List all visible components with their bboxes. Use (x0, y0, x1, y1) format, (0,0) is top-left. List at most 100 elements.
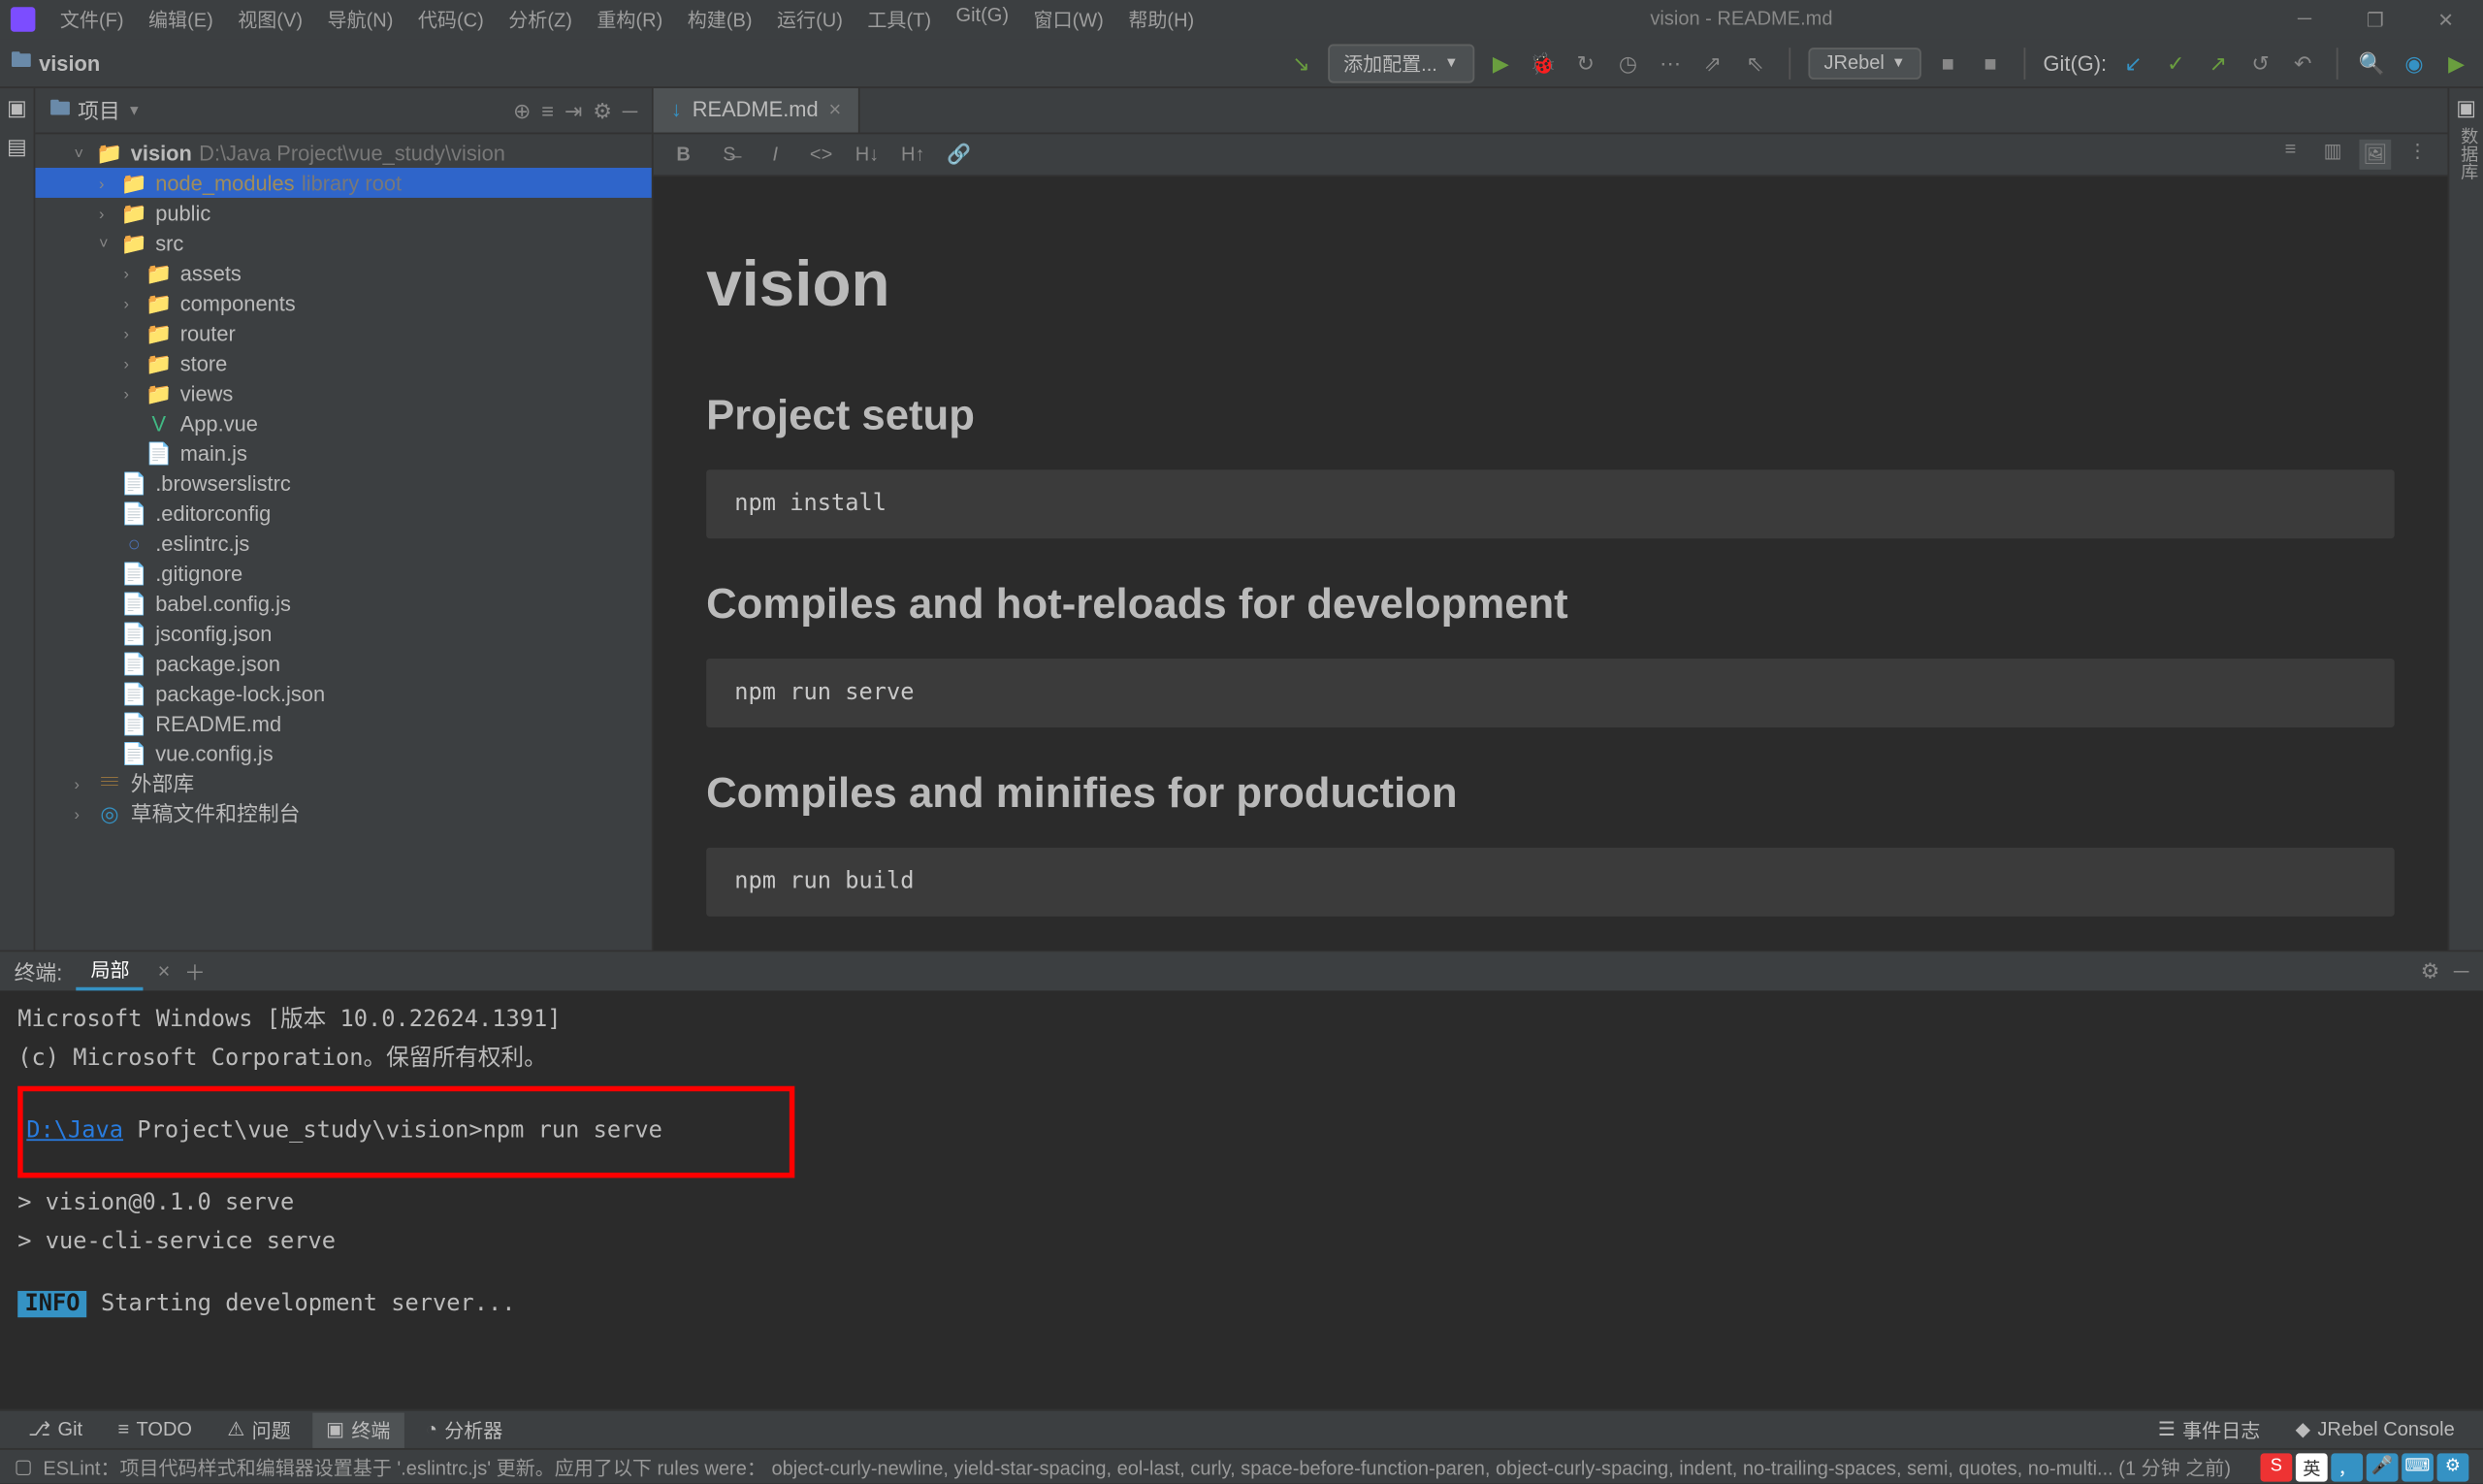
tree-row[interactable]: 📄babel.config.js (35, 588, 651, 618)
run-config-selector[interactable]: 添加配置...▼ (1328, 44, 1474, 82)
profile-icon[interactable]: ◷ (1612, 47, 1644, 79)
plugin-icon[interactable]: ▶ (2440, 47, 2472, 79)
tree-row[interactable]: 📄.editorconfig (35, 498, 651, 528)
link-icon[interactable]: 🔗 (943, 143, 975, 166)
jrebel-selector[interactable]: JRebel▼ (1808, 47, 1921, 79)
menu-run[interactable]: 运行(U) (766, 2, 854, 37)
split-mode-icon[interactable]: ▥ (2317, 140, 2349, 170)
close-button[interactable]: ✕ (2419, 8, 2472, 31)
tree-row[interactable]: 📄package.json (35, 648, 651, 678)
git-history-icon[interactable]: ↺ (2244, 47, 2276, 79)
tree-row[interactable]: ○.eslintrc.js (35, 528, 651, 558)
menu-build[interactable]: 构建(B) (677, 2, 763, 37)
notifications-icon[interactable]: ▣ (2456, 95, 2476, 119)
tree-row[interactable]: 📄jsconfig.json (35, 618, 651, 648)
tree-row[interactable]: 📄.gitignore (35, 558, 651, 588)
structure-tool-icon[interactable]: ▤ (7, 134, 27, 158)
tree-arrow-icon[interactable]: › (123, 384, 145, 402)
terminal-tab-close-icon[interactable]: × (158, 959, 171, 984)
tree-row[interactable]: ›📁assets (35, 258, 651, 288)
git-rollback-icon[interactable]: ↶ (2287, 47, 2319, 79)
git-tool-button[interactable]: ⎇ Git (15, 1414, 97, 1444)
menu-file[interactable]: 文件(F) (49, 2, 134, 37)
tree-arrow-icon[interactable]: ˅ (74, 144, 95, 161)
strike-icon[interactable]: S̶ (714, 144, 746, 165)
stop2-icon[interactable]: ■ (1975, 47, 2007, 79)
editor-mode-icon[interactable]: 🖼 (2359, 140, 2391, 170)
menu-edit[interactable]: 编辑(E) (138, 2, 224, 37)
terminal-path-link[interactable]: D:\Java (26, 1118, 123, 1145)
git-push-icon[interactable]: ↗ (2202, 47, 2234, 79)
tree-arrow-icon[interactable]: › (99, 174, 120, 191)
run-icon[interactable]: ▶ (1485, 47, 1517, 79)
tree-row[interactable]: ›📁public (35, 198, 651, 228)
build-hammer-icon[interactable]: ↘ (1285, 47, 1317, 79)
tree-arrow-icon[interactable]: › (123, 264, 145, 281)
tree-row[interactable]: ›𝄘外部库 (35, 768, 651, 798)
collapse-all-icon[interactable]: ⇥ (564, 98, 582, 122)
tree-row[interactable]: ˅📁visionD:\Java Project\vue_study\vision (35, 138, 651, 168)
hide-icon[interactable]: ─ (623, 98, 638, 122)
database-tool-label[interactable]: 数据库 (2453, 120, 2479, 187)
tree-row[interactable]: 📄main.js (35, 438, 651, 468)
git-update-icon[interactable]: ↙ (2117, 47, 2149, 79)
menu-tools[interactable]: 工具(T) (856, 2, 941, 37)
tree-row[interactable]: VApp.vue (35, 408, 651, 438)
tree-arrow-icon[interactable]: › (123, 294, 145, 311)
maximize-button[interactable]: ❐ (2349, 8, 2402, 31)
tree-arrow-icon[interactable]: ˅ (99, 234, 120, 251)
menu-view[interactable]: 视图(V) (227, 2, 313, 37)
menu-refactor[interactable]: 重构(R) (586, 2, 673, 37)
tree-row[interactable]: 📄vue.config.js (35, 738, 651, 768)
coverage-icon[interactable]: ↻ (1569, 47, 1601, 79)
editor-tab-readme[interactable]: ↓ README.md × (654, 88, 861, 133)
tree-row[interactable]: 📄README.md (35, 708, 651, 738)
add-terminal-icon[interactable]: ＋ (184, 956, 206, 986)
problems-tool-button[interactable]: ⚠ 问题 (213, 1412, 305, 1447)
tree-arrow-icon[interactable]: › (123, 354, 145, 371)
events-tool-button[interactable]: ☰ 事件日志 (2144, 1412, 2274, 1447)
terminal-tab-local[interactable]: 局部 (77, 952, 144, 990)
tree-arrow-icon[interactable]: › (123, 324, 145, 341)
menu-window[interactable]: 窗口(W) (1023, 2, 1114, 37)
tree-row[interactable]: ›📁node_moduleslibrary root (35, 168, 651, 198)
editor-content[interactable]: vision Project setup npm install Compile… (654, 177, 2448, 950)
select-opened-icon[interactable]: ⊕ (513, 98, 531, 122)
menu-code[interactable]: 代码(C) (407, 2, 495, 37)
menu-git[interactable]: Git(G) (946, 2, 1019, 37)
breadcrumb[interactable]: 🖿 vision (11, 45, 100, 81)
tree-row[interactable]: 📄.browserslistrc (35, 468, 651, 498)
ime-keyboard-icon[interactable]: ⌨ (2402, 1453, 2434, 1481)
menu-help[interactable]: 帮助(H) (1117, 2, 1205, 37)
tree-row[interactable]: ›📁views (35, 378, 651, 408)
preview-mode-icon[interactable]: ≡ (2274, 140, 2306, 170)
italic-icon[interactable]: I (759, 144, 791, 165)
tree-row[interactable]: 📄package-lock.json (35, 678, 651, 708)
icon[interactable]: ⋯ (1655, 47, 1687, 79)
close-tab-icon[interactable]: × (829, 97, 842, 121)
menu-navigate[interactable]: 导航(N) (317, 2, 404, 37)
settings-icon[interactable]: ⚙ (593, 98, 612, 122)
terminal-settings-icon[interactable]: ⚙ (2421, 959, 2440, 984)
todo-tool-button[interactable]: ≡ TODO (104, 1415, 207, 1443)
ime-indicator[interactable]: S 英 ， 🎤 ⌨ ⚙ (2260, 1453, 2468, 1481)
project-tree[interactable]: ˅📁visionD:\Java Project\vue_study\vision… (35, 134, 651, 950)
tree-row[interactable]: ›◎草稿文件和控制台 (35, 798, 651, 828)
tree-row[interactable]: ›📁components (35, 288, 651, 318)
ime-voice-icon[interactable]: 🎤 (2367, 1453, 2399, 1481)
overflow-icon[interactable]: ⋮ (2402, 140, 2434, 170)
stop-icon[interactable]: ■ (1932, 47, 1964, 79)
jrebel-console-button[interactable]: ◆ JRebel Console (2281, 1412, 2468, 1447)
menu-analyze[interactable]: 分析(Z) (498, 2, 582, 37)
bold-icon[interactable]: B (667, 144, 699, 165)
ime-settings-icon[interactable]: ⚙ (2437, 1453, 2469, 1481)
tree-arrow-icon[interactable]: › (74, 774, 95, 791)
tree-row[interactable]: ›📁router (35, 318, 651, 348)
terminal-output[interactable]: Microsoft Windows [版本 10.0.22624.1391] (… (0, 990, 2483, 1409)
analyzer-tool-button[interactable]: ◔ 分析器 (411, 1412, 517, 1447)
search-icon[interactable]: 🔍 (2356, 47, 2388, 79)
tree-arrow-icon[interactable]: › (74, 804, 95, 822)
tree-row[interactable]: ˅📁src (35, 228, 651, 258)
expand-all-icon[interactable]: ≡ (541, 98, 554, 122)
ime-lang[interactable]: 英 (2296, 1453, 2328, 1481)
